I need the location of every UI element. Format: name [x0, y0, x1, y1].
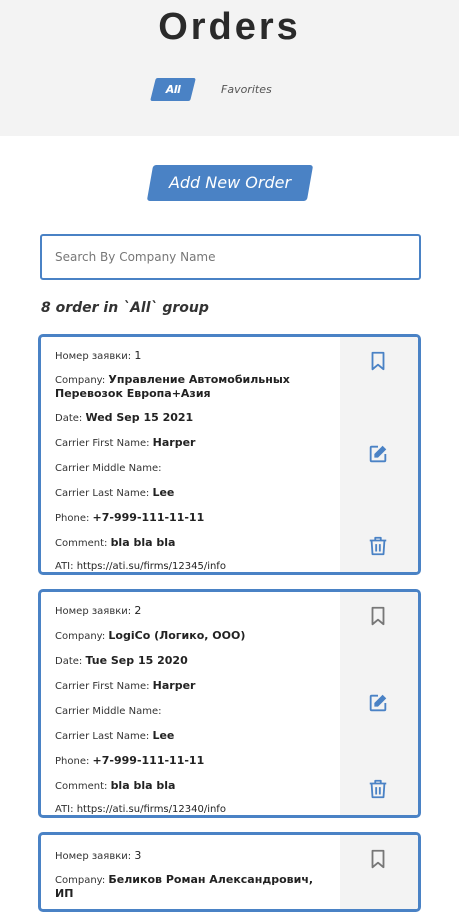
tab-favorites[interactable]: Favorites — [221, 78, 272, 101]
add-order-label: Add New Order — [168, 173, 292, 192]
carrier-first-row: Carrier First Name: Harper — [55, 679, 196, 692]
order-details: Номер заявки: 2 Company: LogiCo (Логико,… — [41, 592, 340, 815]
bookmark-icon[interactable] — [367, 605, 389, 627]
date-row: Date: Tue Sep 15 2020 — [55, 654, 188, 667]
phone-number: +7-999-111-11-11 — [92, 754, 205, 767]
carrier-last-row: Carrier Last Name: Lee — [55, 486, 175, 499]
order-number-row: Номер заявки: 1 — [55, 349, 142, 362]
order-number: 2 — [134, 604, 142, 617]
carrier-first-name: Harper — [152, 679, 196, 692]
carrier-middle-row: Carrier Middle Name: — [55, 706, 162, 717]
order-date: Wed Sep 15 2021 — [85, 411, 194, 424]
comment-text: bla bla bla — [110, 779, 176, 792]
carrier-last-name: Lee — [152, 729, 175, 742]
carrier-last-row: Carrier Last Name: Lee — [55, 729, 175, 742]
trash-icon[interactable] — [367, 778, 389, 800]
date-row: Date: Wed Sep 15 2021 — [55, 411, 194, 424]
ati-row: ATI: https://ati.su/firms/12345/info — [55, 561, 226, 572]
search-input[interactable] — [40, 234, 421, 280]
order-actions — [340, 835, 418, 909]
order-actions — [340, 337, 418, 572]
tab-all[interactable]: All — [150, 78, 196, 101]
trash-icon[interactable] — [367, 535, 389, 557]
carrier-middle-row: Carrier Middle Name: — [55, 463, 162, 474]
bookmark-icon[interactable] — [367, 848, 389, 870]
order-date: Tue Sep 15 2020 — [85, 654, 188, 667]
page-header: Orders All Favorites — [0, 0, 459, 136]
carrier-first-row: Carrier First Name: Harper — [55, 436, 196, 449]
phone-row: Phone: +7-999-111-11-11 — [55, 754, 205, 767]
company-name: LogiCo (Логико, ООО) — [108, 629, 246, 642]
order-details: Номер заявки: 1 Company: Управление Авто… — [41, 337, 340, 572]
order-actions — [340, 592, 418, 815]
order-number-row: Номер заявки: 3 — [55, 849, 142, 862]
order-card: Номер заявки: 3 Company: Беликов Роман А… — [38, 832, 421, 912]
phone-number: +7-999-111-11-11 — [92, 511, 205, 524]
order-count: 8 order in `All` group — [41, 300, 209, 316]
company-row: Company: Беликов Роман Александрович, ИП — [55, 873, 314, 900]
order-details: Номер заявки: 3 Company: Беликов Роман А… — [41, 835, 340, 909]
ati-link[interactable]: https://ati.su/firms/12340/info — [77, 804, 226, 815]
order-number: 1 — [134, 349, 142, 362]
order-card: Номер заявки: 2 Company: LogiCo (Логико,… — [38, 589, 421, 818]
edit-icon[interactable] — [367, 692, 389, 714]
bookmark-icon[interactable] — [367, 350, 389, 372]
carrier-last-name: Lee — [152, 486, 175, 499]
ati-row: ATI: https://ati.su/firms/12340/info — [55, 804, 226, 815]
ati-link[interactable]: https://ati.su/firms/12345/info — [77, 561, 226, 572]
company-row: Company: LogiCo (Логико, ООО) — [55, 629, 246, 642]
order-number-row: Номер заявки: 2 — [55, 604, 142, 617]
order-number: 3 — [134, 849, 142, 862]
company-row: Company: Управление Автомобильных Перево… — [55, 373, 290, 400]
group-tabs: All Favorites — [0, 78, 459, 102]
add-order-button[interactable]: Add New Order — [146, 165, 314, 201]
comment-row: Comment: bla bla bla — [55, 536, 176, 549]
edit-icon[interactable] — [367, 443, 389, 465]
order-card: Номер заявки: 1 Company: Управление Авто… — [38, 334, 421, 575]
comment-row: Comment: bla bla bla — [55, 779, 176, 792]
carrier-first-name: Harper — [152, 436, 196, 449]
phone-row: Phone: +7-999-111-11-11 — [55, 511, 205, 524]
tab-all-label: All — [165, 83, 181, 96]
comment-text: bla bla bla — [110, 536, 176, 549]
page-title: Orders — [158, 6, 301, 48]
